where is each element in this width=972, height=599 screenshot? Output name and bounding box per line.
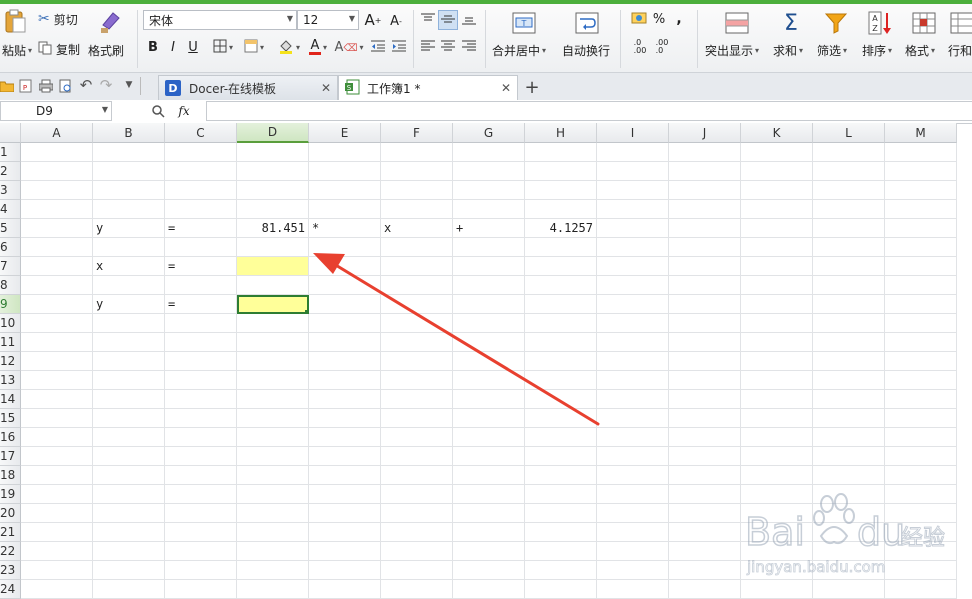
svg-text:jingyan.baidu.com: jingyan.baidu.com	[746, 558, 885, 576]
fill-handle[interactable]	[305, 310, 307, 312]
svg-text:du: du	[857, 510, 905, 554]
cell-d9[interactable]	[237, 295, 309, 314]
baidu-jingyan-watermark: Bai du 经验 jingyan.baidu.com	[744, 490, 946, 580]
svg-text:经验: 经验	[901, 526, 945, 551]
svg-text:Bai: Bai	[745, 510, 805, 554]
